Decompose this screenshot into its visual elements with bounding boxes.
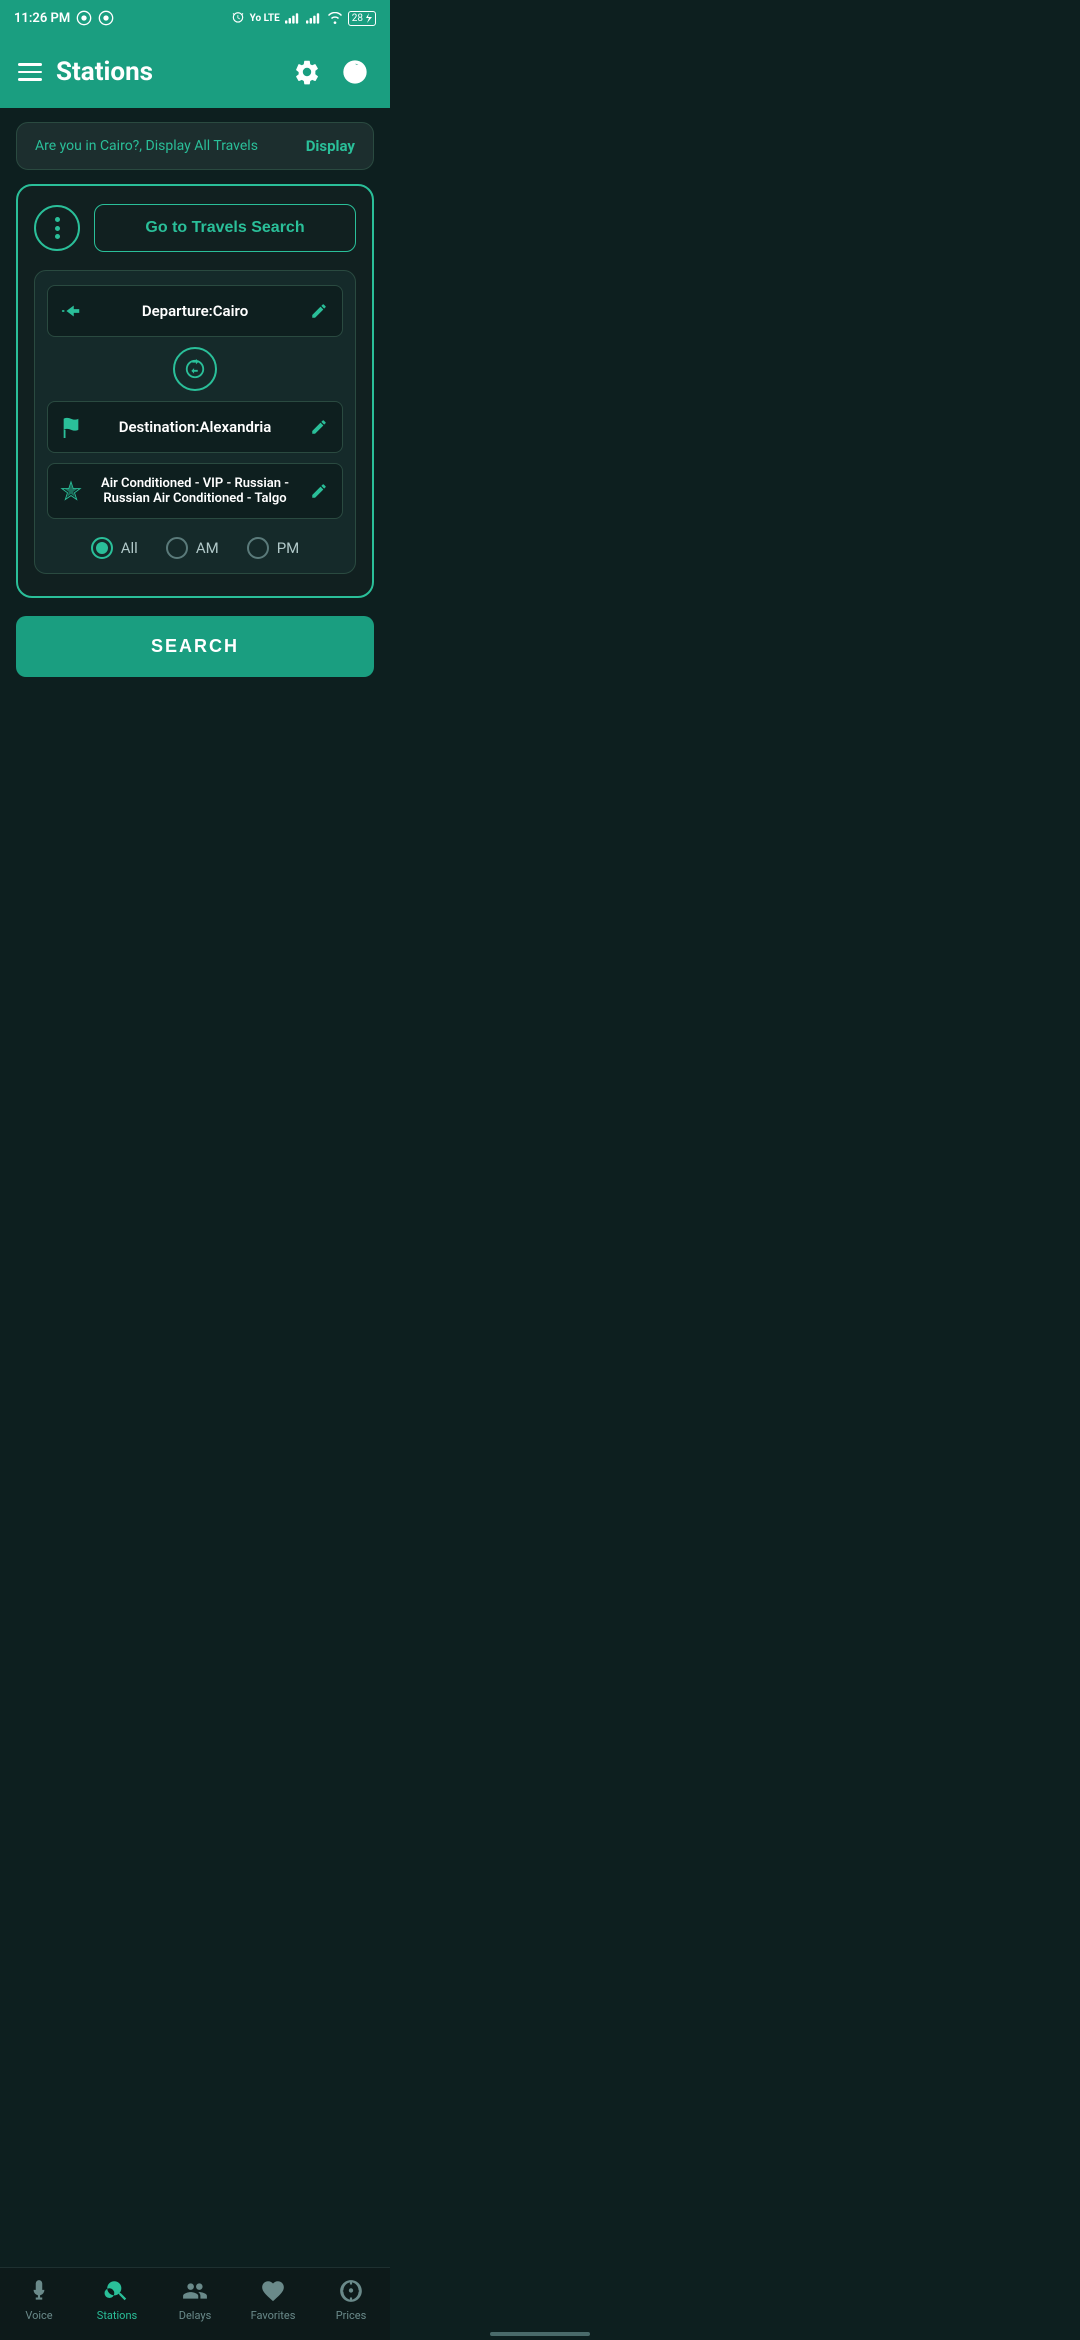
destination-text: Destination:Alexandria [94, 418, 296, 436]
bottom-navigation: Voice Stations Delays Favorites Prices [0, 2267, 390, 2340]
heart-icon [260, 2278, 286, 2304]
nav-item-delays[interactable]: Delays [156, 2278, 234, 2322]
display-button[interactable]: Display [306, 137, 355, 155]
destination-icon [58, 414, 84, 440]
location-banner-text: Are you in Cairo?, Display All Travels [35, 138, 258, 154]
home-indicator [490, 2332, 590, 2336]
radio-all-label: All [121, 539, 138, 557]
train-types-text: Air Conditioned - VIP - Russian - Russia… [94, 476, 296, 506]
train-types-icon [58, 478, 84, 504]
swap-arrows-icon [184, 358, 206, 380]
edit-icon [310, 302, 328, 320]
radio-pm[interactable]: PM [247, 537, 300, 559]
radio-pm-label: PM [277, 539, 300, 557]
flag-icon [60, 416, 82, 438]
departure-arrow-icon [60, 300, 82, 322]
radio-all[interactable]: All [91, 537, 138, 559]
radio-all-circle [91, 537, 113, 559]
status-icons: Yo LTE 28 [231, 11, 376, 26]
star-icon [60, 480, 82, 502]
status-bar: 11:26 PM Yo LTE 28 [0, 0, 390, 36]
nav-label-favorites: Favorites [251, 2309, 296, 2322]
nav-label-stations: Stations [97, 2309, 137, 2322]
nav-item-favorites[interactable]: Favorites [234, 2278, 312, 2322]
edit-icon-train [310, 482, 328, 500]
theme-toggle-button[interactable] [338, 55, 372, 89]
battery-indicator: 28 [348, 11, 376, 26]
train-types-edit-button[interactable] [306, 478, 332, 504]
charging-icon [364, 13, 372, 23]
signal-icon-2 [306, 12, 322, 24]
signal-icon-1 [285, 12, 301, 24]
microphone-icon [26, 2278, 52, 2304]
destination-field[interactable]: Destination:Alexandria [47, 401, 343, 453]
destination-edit-button[interactable] [306, 414, 332, 440]
group-icon [182, 2278, 208, 2304]
options-button[interactable] [34, 205, 80, 251]
nav-item-voice[interactable]: Voice [0, 2278, 78, 2322]
alarm-icon [231, 11, 245, 25]
nav-item-prices[interactable]: Prices [312, 2278, 390, 2322]
radio-am-circle [166, 537, 188, 559]
departure-text: Departure:Cairo [94, 302, 296, 320]
wifi-icon [327, 12, 343, 24]
radio-am[interactable]: AM [166, 537, 219, 559]
nav-label-voice: Voice [25, 2309, 52, 2322]
departure-icon [58, 298, 84, 324]
menu-button[interactable] [18, 63, 42, 81]
header-actions [290, 55, 372, 89]
go-travels-row: Go to Travels Search [34, 204, 356, 252]
search-icon [104, 2278, 130, 2304]
search-card: Go to Travels Search Departure:Cairo [16, 184, 374, 598]
time-filter-group: All AM PM [47, 537, 343, 559]
radio-all-inner [96, 542, 108, 554]
three-dots-icon [55, 217, 60, 239]
nav-item-stations[interactable]: Stations [78, 2278, 156, 2322]
departure-field[interactable]: Departure:Cairo [47, 285, 343, 337]
location-banner: Are you in Cairo?, Display All Travels D… [16, 122, 374, 170]
radio-am-label: AM [196, 539, 219, 557]
dollar-icon [338, 2278, 364, 2304]
media-icon-2 [98, 10, 114, 26]
gear-icon [293, 58, 321, 86]
radio-pm-circle [247, 537, 269, 559]
nav-label-delays: Delays [179, 2309, 212, 2322]
app-header: Stations [0, 36, 390, 108]
status-time: 11:26 PM [14, 10, 114, 26]
go-to-travels-search-button[interactable]: Go to Travels Search [94, 204, 356, 252]
fields-container: Departure:Cairo Destination:Alexa [34, 270, 356, 574]
settings-button[interactable] [290, 55, 324, 89]
search-button[interactable]: SEARCH [16, 616, 374, 677]
departure-edit-button[interactable] [306, 298, 332, 324]
swap-circle-icon [173, 347, 217, 391]
media-icon [76, 10, 92, 26]
nav-label-prices: Prices [336, 2309, 367, 2322]
swap-button[interactable] [47, 347, 343, 391]
train-types-field[interactable]: Air Conditioned - VIP - Russian - Russia… [47, 463, 343, 519]
edit-icon-dest [310, 418, 328, 436]
theme-icon [341, 58, 369, 86]
page-title: Stations [56, 57, 153, 87]
